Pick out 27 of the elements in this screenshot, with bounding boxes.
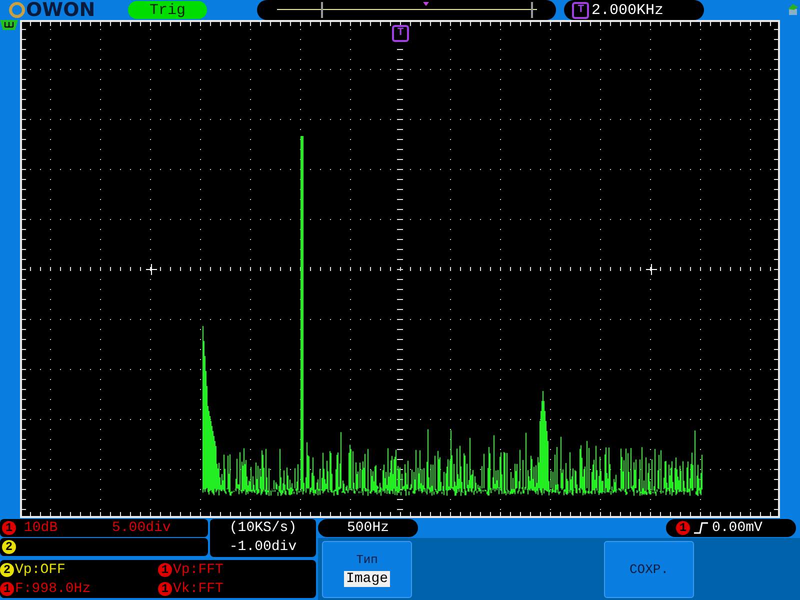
measurement-readout: 1 Vk:FFT (158, 580, 316, 596)
channel-position: 5.00div (112, 520, 171, 536)
channel-badge: 1 (0, 582, 14, 596)
save-button[interactable]: COXP. (604, 541, 694, 598)
brand-logo: OWON (26, 0, 96, 20)
frequency-value: 2.000KHz (591, 2, 664, 18)
channel-badge: 1 (676, 521, 690, 535)
channel-badge: 2 (2, 540, 16, 554)
trigger-position-marker: T (392, 25, 409, 42)
channel-scale: 10dB (24, 520, 59, 536)
measurement-readout: 1 F:998.0Hz (0, 580, 158, 596)
trigger-status: Trig (128, 1, 208, 19)
channel-badge: 1 (2, 521, 16, 535)
horizontal-offset: -1.00div (229, 538, 297, 557)
rising-edge-icon (694, 522, 708, 534)
channel-badge: 2 (0, 562, 14, 576)
sample-rate: (10KS/s) (229, 519, 297, 538)
math-channel-icon (0, 20, 18, 30)
measurement-readout: 1 Vp:FFT (158, 562, 316, 578)
channel-badge: 1 (158, 582, 172, 596)
channel-badge: 1 (158, 562, 172, 576)
logo-ring-icon (8, 1, 26, 19)
trigger-level: 0.00mV (712, 518, 762, 538)
measurement-readout: 2 Vp:OFF (0, 562, 158, 578)
fft-scale: 500Hz (318, 519, 418, 537)
trigger-marker: T (572, 2, 590, 18)
menu-option-button[interactable]: Тип Image (322, 541, 412, 598)
